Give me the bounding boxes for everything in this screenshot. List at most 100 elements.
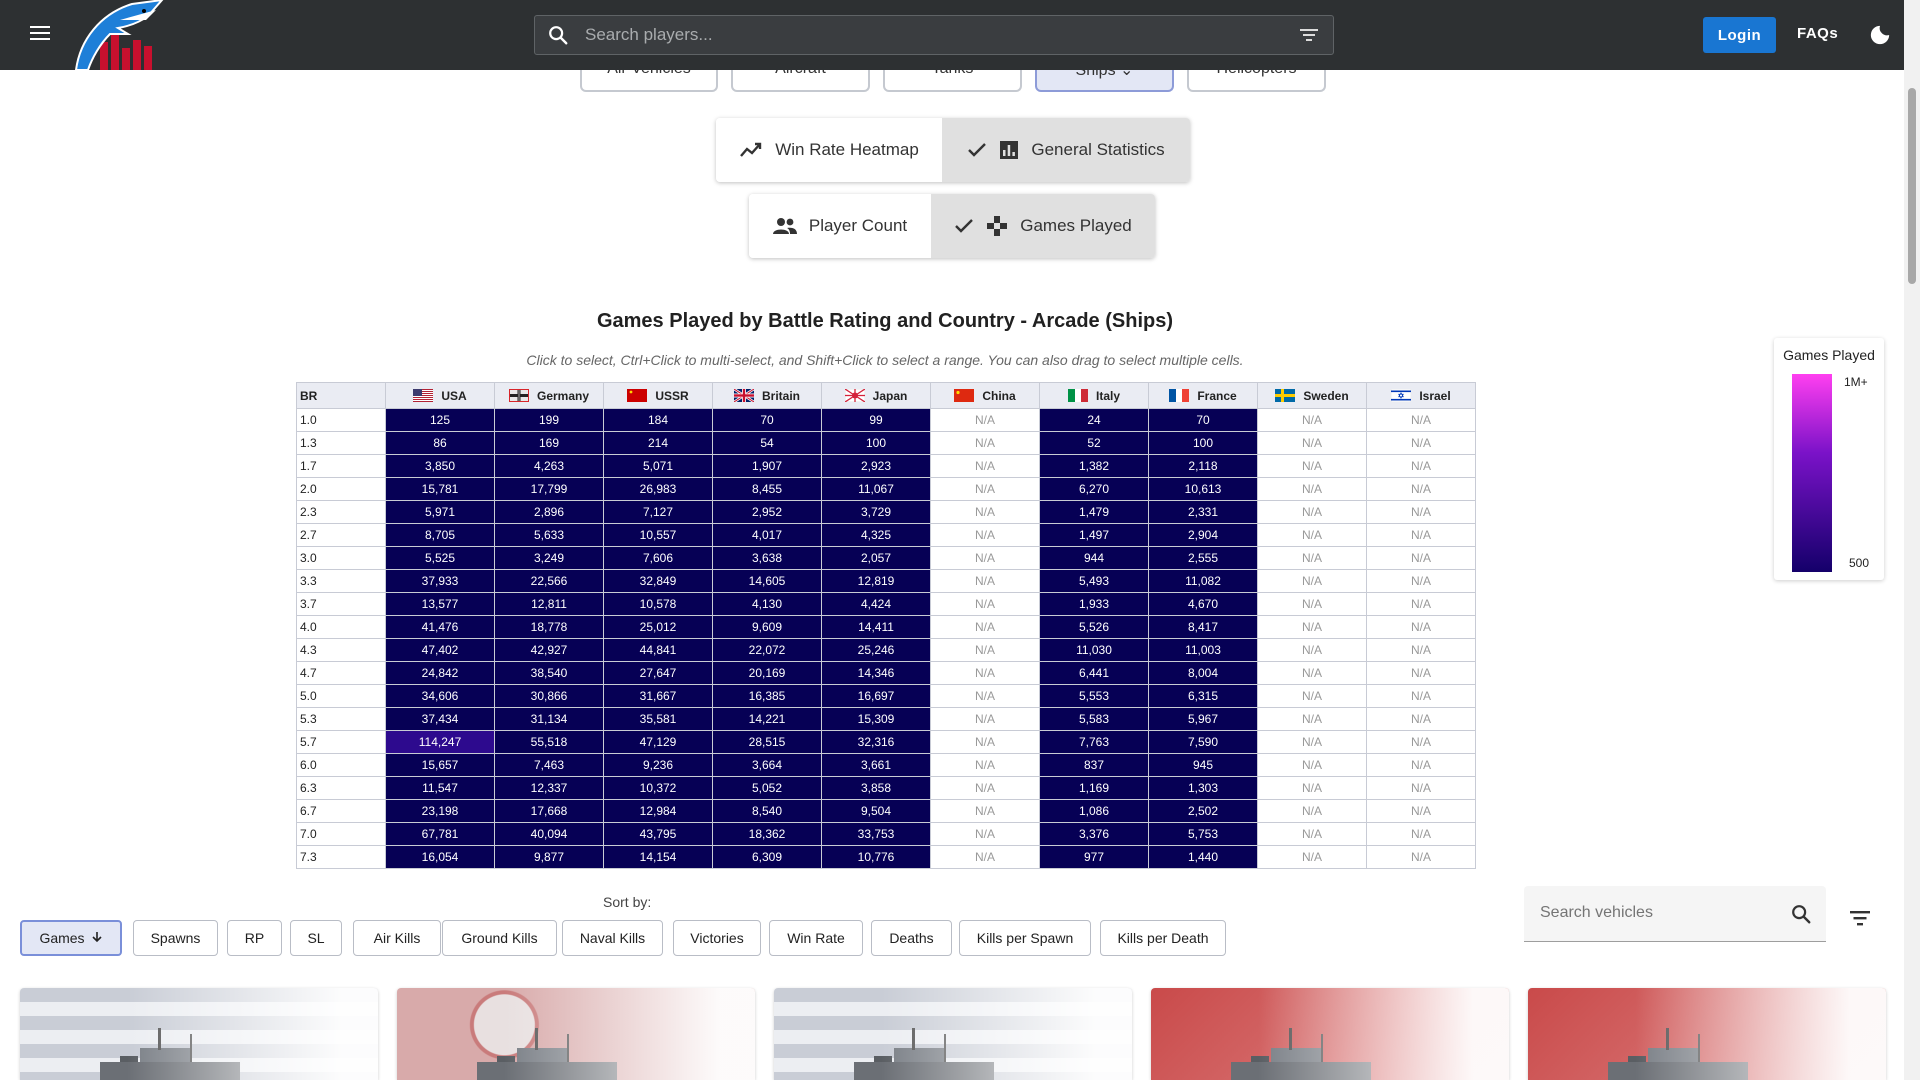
heatmap-cell[interactable]: N/A (1257, 615, 1367, 639)
heatmap-cell[interactable]: 14,605 (712, 569, 822, 593)
heatmap-cell[interactable]: 8,417 (1148, 615, 1258, 639)
heatmap-cell[interactable]: 70 (712, 408, 822, 432)
heatmap-cell[interactable]: 31,134 (494, 707, 604, 731)
heatmap-cell[interactable]: 5,753 (1148, 822, 1258, 846)
heatmap-cell[interactable]: 12,811 (494, 592, 604, 616)
search-icon[interactable] (1790, 903, 1812, 925)
heatmap-cell[interactable]: 1,382 (1039, 454, 1149, 478)
heatmap-cell[interactable]: 11,547 (385, 776, 495, 800)
heatmap-cell[interactable]: N/A (1257, 431, 1367, 455)
heatmap-cell[interactable]: 37,434 (385, 707, 495, 731)
heatmap-cell[interactable]: 5,493 (1039, 569, 1149, 593)
heatmap-cell[interactable]: 52 (1039, 431, 1149, 455)
vehicle-card[interactable] (1528, 988, 1886, 1080)
heatmap-cell[interactable]: N/A (930, 408, 1040, 432)
heatmap-cell[interactable]: N/A (930, 477, 1040, 501)
heatmap-cell[interactable]: 27,647 (603, 661, 713, 685)
heatmap-cell[interactable]: 3,850 (385, 454, 495, 478)
sort-button-ground-kills[interactable]: Ground Kills (442, 920, 557, 956)
heatmap-cell[interactable]: 5,071 (603, 454, 713, 478)
heatmap-cell[interactable]: 24,842 (385, 661, 495, 685)
heatmap-cell[interactable]: N/A (930, 500, 1040, 524)
heatmap-cell[interactable]: 3,638 (712, 546, 822, 570)
heatmap-cell[interactable]: N/A (1257, 753, 1367, 777)
games-played-button[interactable]: Games Played (931, 194, 1155, 258)
column-header-israel[interactable]: Israel (1366, 382, 1476, 409)
heatmap-cell[interactable]: 41,476 (385, 615, 495, 639)
heatmap-cell[interactable]: 1,907 (712, 454, 822, 478)
heatmap-cell[interactable]: 40,094 (494, 822, 604, 846)
sort-button-win-rate[interactable]: Win Rate (769, 920, 863, 956)
heatmap-cell[interactable]: 169 (494, 431, 604, 455)
heatmap-cell[interactable]: 28,515 (712, 730, 822, 754)
heatmap-cell[interactable]: 3,376 (1039, 822, 1149, 846)
heatmap-cell[interactable]: 6,270 (1039, 477, 1149, 501)
heatmap-cell[interactable]: 18,362 (712, 822, 822, 846)
heatmap-cell[interactable]: N/A (1257, 638, 1367, 662)
column-header-britain[interactable]: Britain (712, 382, 822, 409)
heatmap-cell[interactable]: 42,927 (494, 638, 604, 662)
heatmap-cell[interactable]: 30,866 (494, 684, 604, 708)
sort-button-games[interactable]: Games (20, 920, 122, 956)
heatmap-cell[interactable]: 837 (1039, 753, 1149, 777)
player-search-input[interactable] (585, 16, 1265, 54)
heatmap-cell[interactable]: N/A (930, 799, 1040, 823)
heatmap-cell[interactable]: 31,667 (603, 684, 713, 708)
heatmap-cell[interactable]: 8,705 (385, 523, 495, 547)
heatmap-cell[interactable]: N/A (1366, 684, 1476, 708)
heatmap-cell[interactable]: N/A (1366, 500, 1476, 524)
column-header-france[interactable]: France (1148, 382, 1258, 409)
heatmap-cell[interactable]: 3,729 (821, 500, 931, 524)
heatmap-cell[interactable]: 6,309 (712, 845, 822, 869)
heatmap-cell[interactable]: 9,504 (821, 799, 931, 823)
heatmap-cell[interactable]: N/A (1257, 569, 1367, 593)
vehicle-card[interactable] (774, 988, 1132, 1080)
heatmap-cell[interactable]: N/A (930, 730, 1040, 754)
heatmap-cell[interactable]: N/A (1366, 546, 1476, 570)
heatmap-cell[interactable]: 17,799 (494, 477, 604, 501)
heatmap-cell[interactable]: 5,967 (1148, 707, 1258, 731)
heatmap-cell[interactable]: 2,904 (1148, 523, 1258, 547)
heatmap-cell[interactable]: N/A (930, 845, 1040, 869)
heatmap-cell[interactable]: 54 (712, 431, 822, 455)
heatmap-cell[interactable]: 10,578 (603, 592, 713, 616)
heatmap-cell[interactable]: 214 (603, 431, 713, 455)
heatmap-cell[interactable]: 34,606 (385, 684, 495, 708)
heatmap-cell[interactable]: 199 (494, 408, 604, 432)
heatmap-cell[interactable]: N/A (1257, 546, 1367, 570)
heatmap-cell[interactable]: 35,581 (603, 707, 713, 731)
column-header-germany[interactable]: Germany (494, 382, 604, 409)
heatmap-cell[interactable]: 125 (385, 408, 495, 432)
heatmap-cell[interactable]: 14,221 (712, 707, 822, 731)
win-rate-heatmap-button[interactable]: Win Rate Heatmap (716, 118, 942, 182)
heatmap-cell[interactable]: 2,118 (1148, 454, 1258, 478)
heatmap-cell[interactable]: 14,154 (603, 845, 713, 869)
heatmap-cell[interactable]: N/A (930, 569, 1040, 593)
heatmap-cell[interactable]: N/A (930, 431, 1040, 455)
heatmap-cell[interactable]: 5,583 (1039, 707, 1149, 731)
column-header-china[interactable]: China (930, 382, 1040, 409)
heatmap-cell[interactable]: N/A (930, 638, 1040, 662)
heatmap-cell[interactable]: 14,411 (821, 615, 931, 639)
heatmap-cell[interactable]: N/A (930, 753, 1040, 777)
sort-button-victories[interactable]: Victories (673, 920, 761, 956)
heatmap-cell[interactable]: N/A (1257, 592, 1367, 616)
filter-icon[interactable] (1849, 908, 1871, 928)
heatmap-cell[interactable]: 24 (1039, 408, 1149, 432)
heatmap-cell[interactable]: 4,670 (1148, 592, 1258, 616)
heatmap-cell[interactable]: N/A (1366, 753, 1476, 777)
heatmap-cell[interactable]: 4,325 (821, 523, 931, 547)
heatmap-cell[interactable]: 8,455 (712, 477, 822, 501)
heatmap-cell[interactable]: 2,952 (712, 500, 822, 524)
heatmap-cell[interactable]: 184 (603, 408, 713, 432)
heatmap-cell[interactable]: 4,130 (712, 592, 822, 616)
heatmap-cell[interactable]: 16,054 (385, 845, 495, 869)
heatmap-cell[interactable]: 9,609 (712, 615, 822, 639)
vehicle-search-input[interactable] (1540, 886, 1780, 940)
heatmap-cell[interactable]: 25,246 (821, 638, 931, 662)
heatmap-cell[interactable]: 70 (1148, 408, 1258, 432)
heatmap-cell[interactable]: 47,402 (385, 638, 495, 662)
heatmap-cell[interactable]: 32,316 (821, 730, 931, 754)
heatmap-cell[interactable]: N/A (1257, 454, 1367, 478)
heatmap-cell[interactable]: 3,661 (821, 753, 931, 777)
